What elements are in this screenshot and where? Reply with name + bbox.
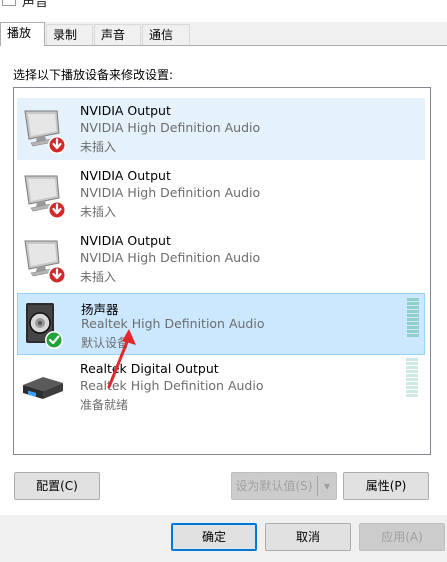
unplugged-red-arrow-icon xyxy=(48,266,66,284)
monitor-icon xyxy=(24,240,66,284)
chevron-down-icon[interactable]: ▾ xyxy=(318,473,336,499)
device-item-realtek-digital[interactable]: Realtek Digital Output Realtek High Defi… xyxy=(17,356,425,418)
cancel-button[interactable]: 取消 xyxy=(265,523,351,551)
tab-communications[interactable]: 通信 xyxy=(142,24,190,45)
device-status: 未插入 xyxy=(80,205,117,219)
device-status: 未插入 xyxy=(80,140,117,154)
tab-playback[interactable]: 播放 xyxy=(0,22,45,46)
set-default-split-button[interactable]: 设为默认值(S) ▾ xyxy=(231,472,337,500)
instruction-text: 选择以下播放设备来修改设置: xyxy=(13,68,174,82)
digital-output-icon xyxy=(23,377,63,399)
monitor-icon xyxy=(24,175,66,219)
device-status: 准备就绪 xyxy=(80,398,129,412)
unplugged-red-arrow-icon xyxy=(48,136,66,154)
monitor-icon xyxy=(24,110,66,154)
device-name: NVIDIA Output xyxy=(80,168,171,183)
device-driver: NVIDIA High Definition Audio xyxy=(80,185,261,200)
device-item-nvidia-2[interactable]: NVIDIA Output NVIDIA High Definition Aud… xyxy=(17,163,425,225)
default-green-check-icon xyxy=(45,331,63,349)
volume-level-meter xyxy=(406,358,418,397)
device-item-speakers[interactable]: 扬声器 Realtek High Definition Audio 默认设备 xyxy=(17,293,425,355)
playback-panel: 选择以下播放设备来修改设置: NVIDIA Output NVIDIA High… xyxy=(0,45,447,515)
configure-button[interactable]: 配置(C) xyxy=(14,472,100,500)
device-driver: NVIDIA High Definition Audio xyxy=(80,250,261,265)
device-item-nvidia-3[interactable]: NVIDIA Output NVIDIA High Definition Aud… xyxy=(17,228,425,290)
device-name: NVIDIA Output xyxy=(80,233,171,248)
device-driver: NVIDIA High Definition Audio xyxy=(80,120,261,135)
tab-sounds[interactable]: 声音 xyxy=(94,24,141,45)
sound-app-icon xyxy=(2,0,16,6)
unplugged-red-arrow-icon xyxy=(48,201,66,219)
tab-strip: 播放 录制 声音 通信 xyxy=(0,22,447,46)
ok-button[interactable]: 确定 xyxy=(171,523,257,551)
set-default-label[interactable]: 设为默认值(S) xyxy=(232,473,316,499)
device-status: 未插入 xyxy=(80,270,117,284)
apply-button[interactable]: 应用(A) xyxy=(359,523,445,551)
device-list[interactable]: NVIDIA Output NVIDIA High Definition Aud… xyxy=(13,87,431,455)
properties-button[interactable]: 属性(P) xyxy=(343,472,429,500)
device-name: NVIDIA Output xyxy=(80,103,171,118)
tab-recording[interactable]: 录制 xyxy=(46,24,93,45)
volume-level-meter xyxy=(407,298,419,337)
window-title: 声音 xyxy=(22,0,49,10)
device-item-nvidia-1[interactable]: NVIDIA Output NVIDIA High Definition Aud… xyxy=(17,98,425,160)
speaker-icon xyxy=(26,303,63,349)
annotation-arrow-icon xyxy=(107,329,136,389)
title-bar: 声音 xyxy=(0,0,447,22)
